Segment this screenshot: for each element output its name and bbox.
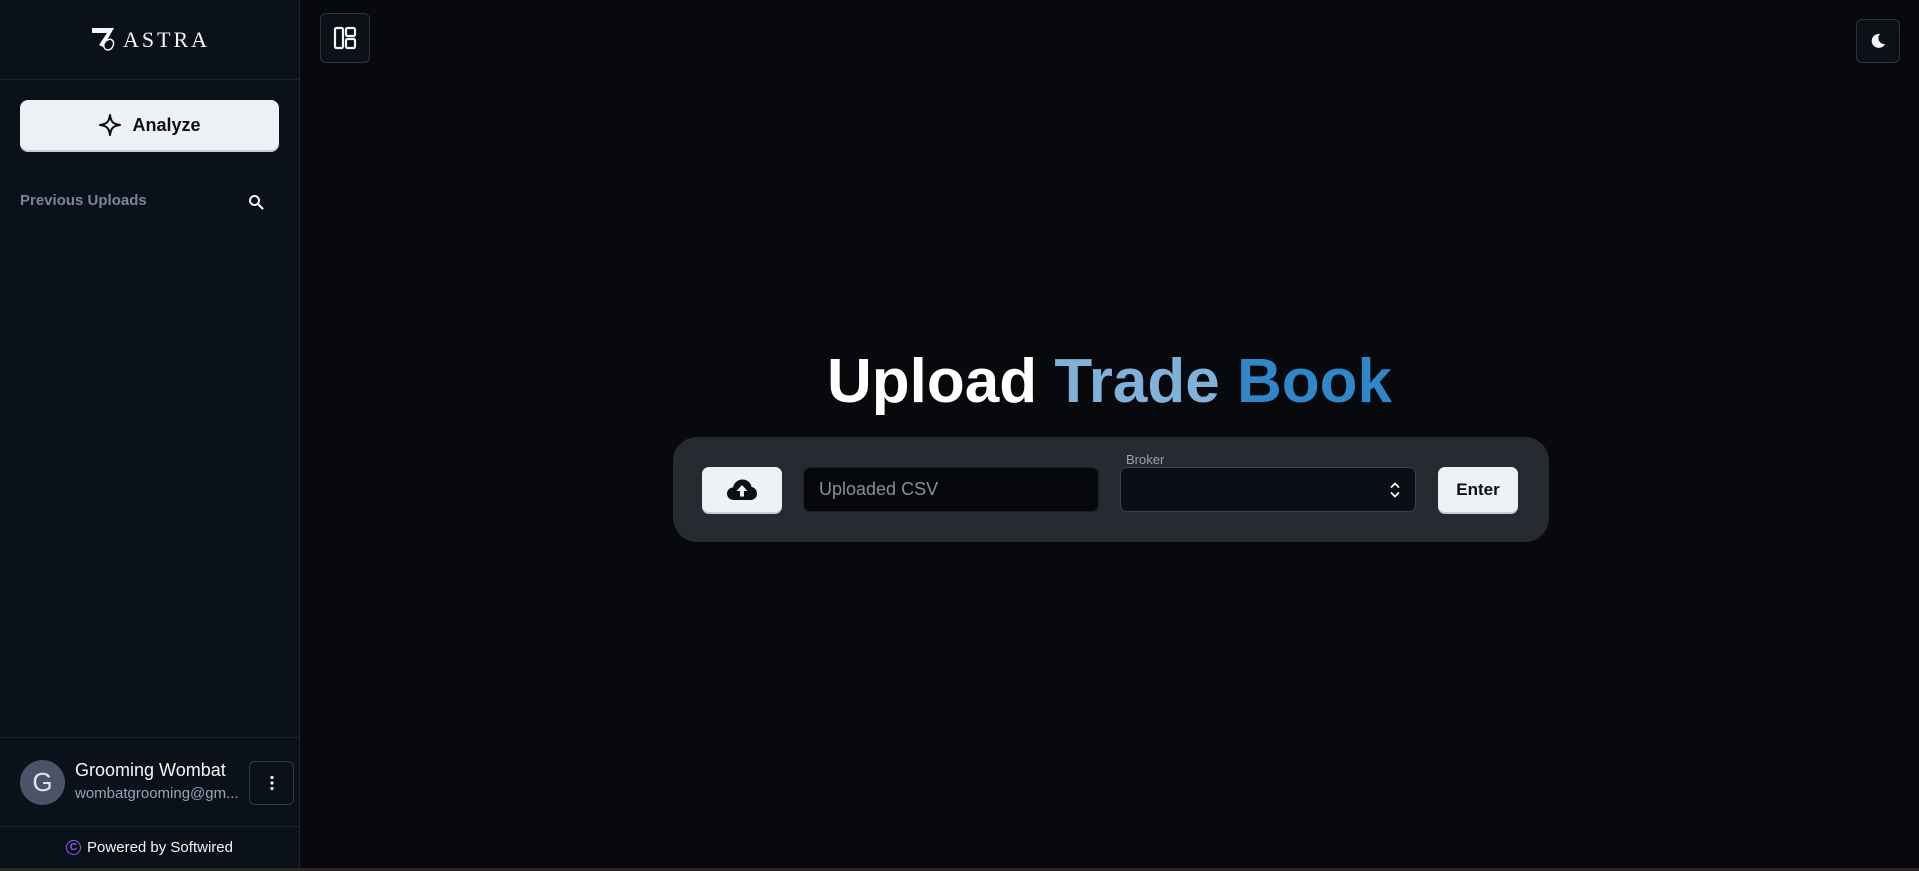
- user-profile: G Grooming Wombat wombatgrooming@gm...: [0, 737, 299, 825]
- enter-button[interactable]: Enter: [1438, 467, 1518, 512]
- broker-label: Broker: [1126, 452, 1165, 467]
- layout-panel-icon: [333, 26, 357, 50]
- theme-toggle-button[interactable]: [1856, 19, 1900, 63]
- logo[interactable]: ASTRA: [89, 25, 210, 55]
- upload-panel: Broker Enter: [673, 437, 1549, 542]
- title-word-trade: Trade: [1054, 347, 1220, 416]
- brand-name: ASTRA: [122, 26, 211, 52]
- astra-logo-icon: [91, 27, 115, 51]
- more-vertical-icon: [269, 775, 274, 791]
- powered-by-footer: C Powered by Softwired: [0, 826, 299, 868]
- user-name: Grooming Wombat: [75, 760, 226, 780]
- uploaded-csv-field[interactable]: [803, 467, 1099, 512]
- app-root: ASTRA Analyze Previous Uploads G Groomin…: [0, 0, 1919, 871]
- analyze-button[interactable]: Analyze: [20, 100, 279, 150]
- user-menu-button[interactable]: [249, 761, 294, 805]
- title-word-upload: Upload: [827, 347, 1038, 416]
- layout-toggle-button[interactable]: [320, 13, 370, 63]
- search-icon: [249, 195, 264, 210]
- copyright-icon: C: [66, 840, 82, 855]
- avatar[interactable]: G: [20, 760, 65, 805]
- page-title: Upload Trade Book: [300, 346, 1919, 417]
- previous-uploads-label: Previous Uploads: [20, 192, 147, 209]
- powered-by-text[interactable]: Powered by Softwired: [87, 839, 233, 856]
- sidebar: ASTRA Analyze Previous Uploads G Groomin…: [0, 0, 300, 868]
- cloud-upload-icon: [727, 479, 757, 500]
- moon-icon: [1871, 33, 1885, 48]
- broker-select[interactable]: [1120, 467, 1416, 512]
- previous-uploads-search-button[interactable]: [240, 186, 272, 218]
- chevrons-up-down-icon: [1390, 482, 1400, 498]
- upload-file-button[interactable]: [702, 467, 782, 512]
- logo-area: ASTRA: [0, 0, 299, 80]
- title-word-book: Book: [1237, 347, 1392, 416]
- analyze-label: Analyze: [132, 114, 201, 135]
- sparkle-icon: [99, 114, 122, 136]
- user-email: wombatgrooming@gm...: [75, 785, 239, 802]
